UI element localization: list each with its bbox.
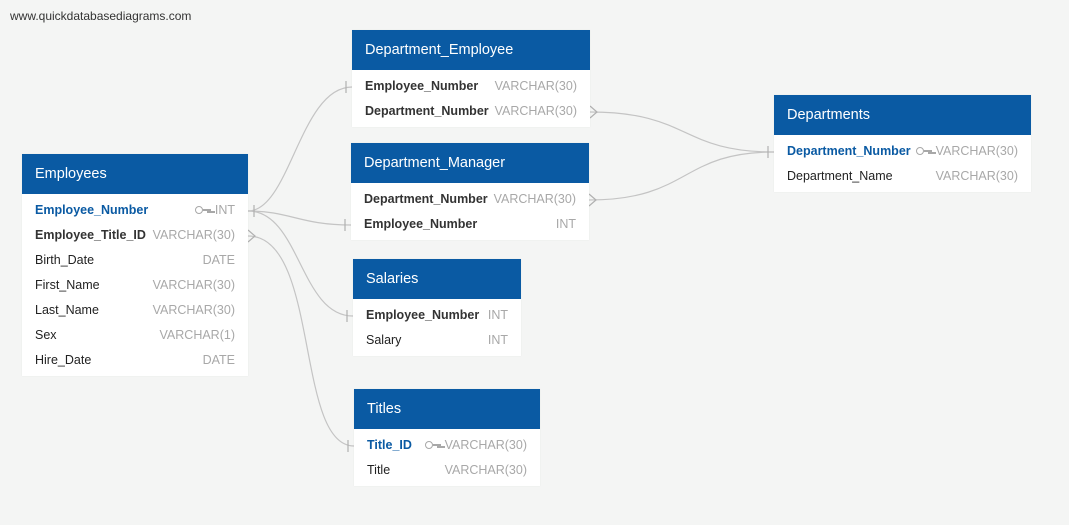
field-row[interactable]: Title_ID VARCHAR(30) xyxy=(354,433,540,458)
field-type: DATE xyxy=(202,253,235,267)
field-row[interactable]: Employee_Number INT xyxy=(351,212,589,237)
field-type: VARCHAR(30) xyxy=(494,79,577,93)
field-name: Department_Number xyxy=(787,144,911,158)
table-title: Employees xyxy=(22,154,248,194)
field-type: VARCHAR(30) xyxy=(152,278,235,292)
field-type: VARCHAR(30) xyxy=(935,144,1018,158)
table-employees[interactable]: Employees Employee_Number INT Employee_T… xyxy=(22,154,248,376)
table-department-employee[interactable]: Department_Employee Employee_Number VARC… xyxy=(352,30,590,127)
field-name: Sex xyxy=(35,328,57,342)
table-title: Department_Employee xyxy=(352,30,590,70)
field-type: VARCHAR(30) xyxy=(444,438,527,452)
field-name: Employee_Number xyxy=(365,79,479,93)
field-row[interactable]: Department_Number VARCHAR(30) xyxy=(352,99,590,124)
field-row[interactable]: Salary INT xyxy=(353,328,521,353)
table-title: Departments xyxy=(774,95,1031,135)
link-emp-salaries xyxy=(247,210,354,317)
field-row[interactable]: Department_Number VARCHAR(30) xyxy=(351,187,589,212)
field-name: Department_Name xyxy=(787,169,893,183)
field-name: Last_Name xyxy=(35,303,99,317)
table-titles[interactable]: Titles Title_ID VARCHAR(30) Title VARCHA… xyxy=(354,389,540,486)
field-type: VARCHAR(30) xyxy=(152,228,235,242)
table-title: Salaries xyxy=(353,259,521,299)
field-type: VARCHAR(30) xyxy=(493,192,576,206)
field-name: Employee_Number xyxy=(35,203,149,217)
field-row[interactable]: First_Name VARCHAR(30) xyxy=(22,273,248,298)
field-row[interactable]: Title VARCHAR(30) xyxy=(354,458,540,483)
field-type: DATE xyxy=(202,353,235,367)
field-name: First_Name xyxy=(35,278,100,292)
field-name: Birth_Date xyxy=(35,253,95,267)
table-salaries[interactable]: Salaries Employee_Number INT Salary INT xyxy=(353,259,521,356)
field-row[interactable]: Employee_Title_ID VARCHAR(30) xyxy=(22,223,248,248)
field-type: VARCHAR(1) xyxy=(159,328,235,342)
field-row[interactable]: Employee_Number INT xyxy=(353,303,521,328)
field-type: INT xyxy=(555,217,576,231)
field-type: INT xyxy=(487,333,508,347)
table-department-manager[interactable]: Department_Manager Department_Number VAR… xyxy=(351,143,589,240)
link-emp-deptmgr xyxy=(247,210,352,226)
field-name: Hire_Date xyxy=(35,353,92,367)
table-title: Titles xyxy=(354,389,540,429)
field-name: Title_ID xyxy=(367,438,412,452)
field-row[interactable]: Employee_Number INT xyxy=(22,198,248,223)
link-deptemp-departments xyxy=(589,111,775,153)
primary-key-icon xyxy=(915,146,932,156)
field-name: Employee_Number xyxy=(364,217,478,231)
field-name: Title xyxy=(367,463,391,477)
field-name: Employee_Number xyxy=(366,308,480,322)
field-name: Department_Number xyxy=(364,192,488,206)
field-type: INT xyxy=(214,203,235,217)
primary-key-icon xyxy=(424,440,441,450)
link-emp-titles xyxy=(247,235,355,447)
table-title: Department_Manager xyxy=(351,143,589,183)
field-name: Salary xyxy=(366,333,402,347)
field-type: VARCHAR(30) xyxy=(935,169,1018,183)
link-emp-deptemp xyxy=(247,86,353,212)
field-row[interactable]: Employee_Number VARCHAR(30) xyxy=(352,74,590,99)
field-type: VARCHAR(30) xyxy=(444,463,527,477)
field-name: Department_Number xyxy=(365,104,489,118)
link-deptmgr-departments xyxy=(588,151,775,201)
field-type: INT xyxy=(487,308,508,322)
field-row[interactable]: Last_Name VARCHAR(30) xyxy=(22,298,248,323)
field-type: VARCHAR(30) xyxy=(494,104,577,118)
table-departments[interactable]: Departments Department_Number VARCHAR(30… xyxy=(774,95,1031,192)
field-row[interactable]: Department_Name VARCHAR(30) xyxy=(774,164,1031,189)
field-name: Employee_Title_ID xyxy=(35,228,146,242)
field-row[interactable]: Birth_Date DATE xyxy=(22,248,248,273)
field-row[interactable]: Hire_Date DATE xyxy=(22,348,248,373)
field-row[interactable]: Sex VARCHAR(1) xyxy=(22,323,248,348)
primary-key-icon xyxy=(194,205,211,215)
field-row[interactable]: Department_Number VARCHAR(30) xyxy=(774,139,1031,164)
field-type: VARCHAR(30) xyxy=(152,303,235,317)
